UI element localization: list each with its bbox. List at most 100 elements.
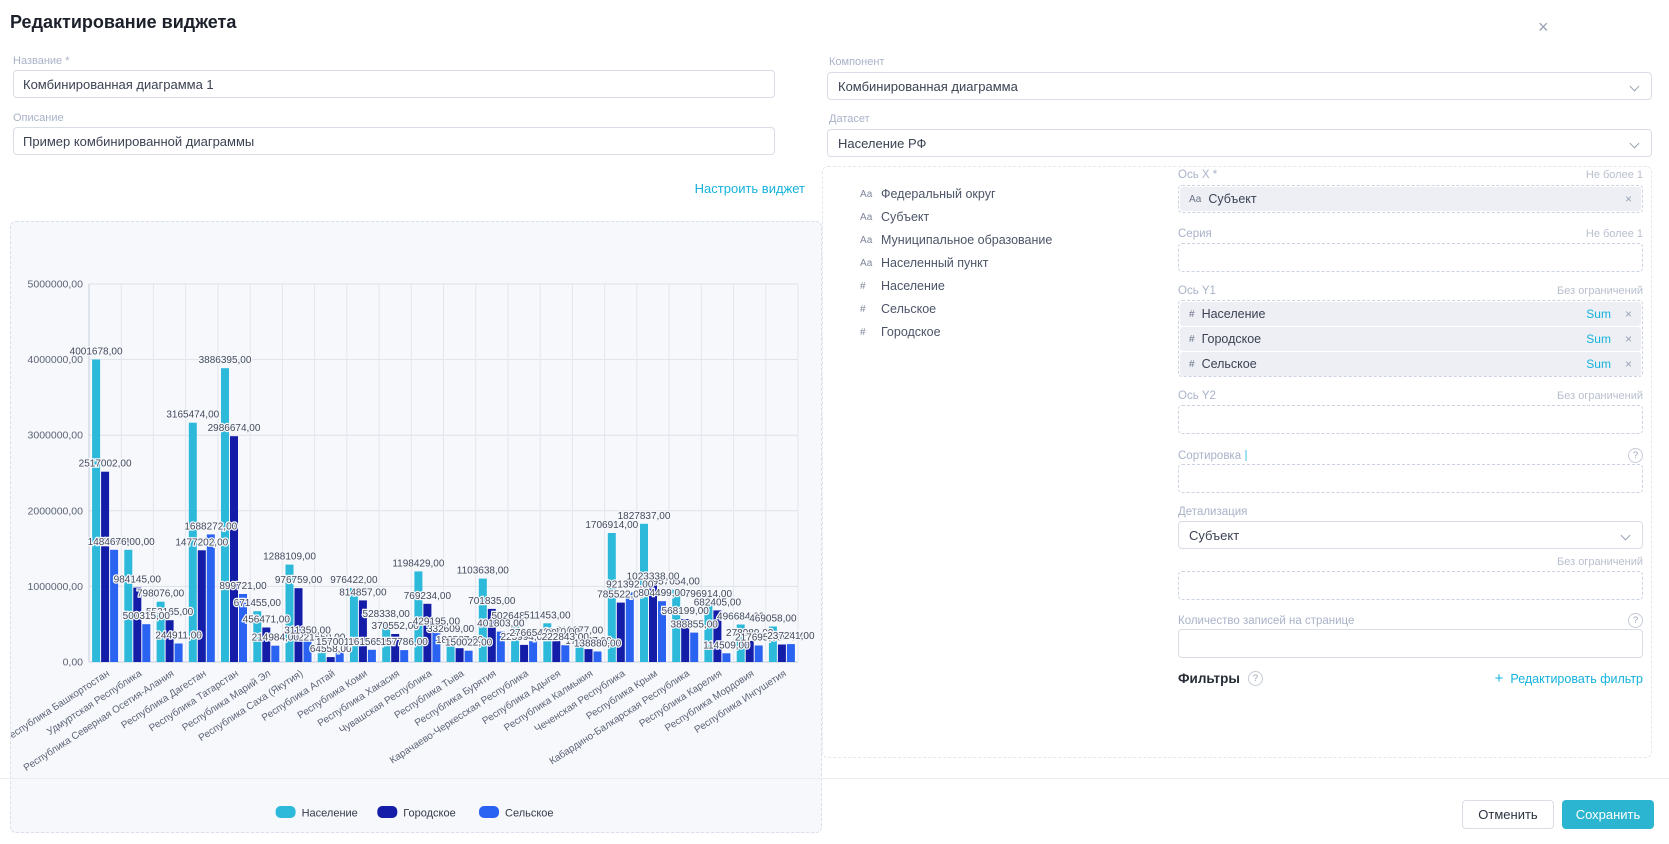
legend-label: Сельское: [505, 808, 554, 820]
dataset-field-item[interactable]: АаФедеральный округ: [860, 186, 1052, 202]
dataset-field-item[interactable]: АаНаселенный пункт: [860, 255, 1052, 271]
dataset-field-item[interactable]: АаМуниципальное образование: [860, 232, 1052, 248]
save-button[interactable]: Сохранить: [1562, 800, 1654, 829]
edit-filter-link[interactable]: + Редактировать фильтр: [1495, 670, 1643, 687]
detail-select[interactable]: Субъект: [1178, 521, 1643, 549]
combined-chart: 0,001000000,002000000,003000000,00400000…: [11, 222, 821, 832]
widget-name-input[interactable]: [13, 70, 775, 98]
extra-dropzone[interactable]: [1178, 571, 1643, 600]
bar: [585, 649, 593, 662]
y1-axis-dropzone[interactable]: #НаселениеSum×#ГородскоеSum×#СельскоеSum…: [1178, 300, 1643, 377]
bar-value-label: 1198429,00: [392, 558, 445, 569]
sorting-dropzone[interactable]: [1178, 464, 1643, 493]
bar-value-label: 3165474,00: [166, 410, 219, 421]
bar: [465, 651, 473, 662]
help-icon[interactable]: ?: [1248, 671, 1263, 686]
number-field-icon: #: [860, 327, 874, 338]
extra-limit-hint: Без ограничений: [1557, 556, 1643, 568]
x-axis-row: Ось X * Не более 1: [1178, 169, 1643, 181]
bar: [110, 550, 118, 662]
configure-widget-link[interactable]: Настроить виджет: [13, 181, 805, 196]
dataset-field-item[interactable]: # Население: [860, 278, 1052, 294]
cancel-button[interactable]: Отменить: [1462, 800, 1554, 829]
bar: [456, 648, 464, 662]
description-label: Описание: [13, 112, 64, 124]
legend-label: Население: [302, 808, 358, 820]
bar-value-label: 456471,00: [243, 615, 291, 626]
legend-swatch: [377, 806, 397, 818]
bar: [230, 436, 238, 662]
bar-value-label: 976422,00: [330, 575, 378, 586]
help-icon[interactable]: ?: [1628, 613, 1643, 628]
y2-axis-label: Ось Y2: [1178, 390, 1216, 402]
bar: [92, 360, 100, 663]
detail-label: Детализация: [1178, 506, 1247, 518]
bar-value-label: 1688272,00: [184, 521, 237, 532]
remove-icon[interactable]: ×: [1625, 192, 1632, 206]
text-field-icon: Аа: [860, 235, 874, 246]
help-icon[interactable]: ?: [1628, 448, 1643, 463]
filters-row: Фильтры ? + Редактировать фильтр: [1178, 670, 1643, 687]
text-field-icon: Аа: [860, 258, 874, 269]
bar-value-label: 682405,00: [694, 597, 742, 608]
bar-value-label: 157786,00: [381, 637, 429, 648]
dataset-field-item[interactable]: # Сельское: [860, 301, 1052, 317]
chevron-down-icon: [1621, 531, 1631, 541]
bar: [124, 550, 132, 662]
field-label: Население: [881, 279, 945, 293]
bar-value-label: 311350,00: [284, 626, 331, 637]
bar-value-label: 1484676,00: [88, 537, 141, 548]
chip-label: Сельское: [1202, 357, 1257, 371]
bar-value-label: 244911,00: [155, 631, 202, 642]
y2-axis-dropzone[interactable]: [1178, 405, 1643, 434]
number-field-icon: #: [860, 304, 874, 315]
plus-icon: +: [1495, 670, 1504, 687]
detail-value: Субъект: [1189, 528, 1239, 543]
edit-filter-label: Редактировать фильтр: [1510, 672, 1643, 686]
bar: [529, 641, 537, 662]
legend-label: Городское: [403, 808, 455, 820]
aggregation-selector[interactable]: Sum: [1586, 357, 1611, 371]
bar: [520, 645, 528, 662]
legend-swatch: [479, 806, 499, 818]
aggregation-selector[interactable]: Sum: [1586, 332, 1611, 346]
edit-widget-dialog: Редактирование виджета × Название * Опис…: [0, 0, 1669, 844]
field-label: Городское: [881, 325, 941, 339]
y1-field-chip[interactable]: #СельскоеSum×: [1180, 352, 1641, 376]
component-value: Комбинированная диаграмма: [838, 79, 1018, 94]
bar: [175, 644, 183, 663]
y1-field-chip[interactable]: #НаселениеSum×: [1180, 302, 1641, 326]
svg-text:2000000,00: 2000000,00: [28, 505, 84, 517]
number-field-icon: #: [1189, 309, 1195, 320]
dataset-field-item[interactable]: АаСубъект: [860, 209, 1052, 225]
chip-label: Субъект: [1208, 192, 1256, 206]
series-dropzone[interactable]: [1178, 243, 1643, 272]
bar-value-label: 469058,00: [749, 614, 797, 625]
footer-divider: [0, 778, 1669, 779]
remove-icon[interactable]: ×: [1625, 357, 1632, 371]
close-icon[interactable]: ×: [1538, 18, 1549, 36]
page-size-input[interactable]: [1178, 629, 1643, 658]
bar: [327, 657, 335, 662]
extra-row: Без ограничений: [1178, 556, 1643, 568]
dataset-select[interactable]: Население РФ: [827, 129, 1652, 157]
bar-value-label: 3886395,00: [199, 355, 252, 366]
x-axis-field-chip[interactable]: Аа Субъект ×: [1180, 187, 1641, 211]
remove-icon[interactable]: ×: [1625, 332, 1632, 346]
field-label: Сельское: [881, 302, 936, 316]
y1-field-chip[interactable]: #ГородскоеSum×: [1180, 327, 1641, 351]
page-title: Редактирование виджета: [10, 12, 236, 33]
x-axis-dropzone[interactable]: Аа Субъект ×: [1178, 185, 1643, 213]
widget-preview-panel: 0,001000000,002000000,003000000,00400000…: [10, 221, 822, 833]
bar-value-label: 701835,00: [468, 596, 516, 607]
widget-description-input[interactable]: [13, 127, 775, 155]
bar: [271, 646, 279, 662]
number-field-icon: #: [860, 281, 874, 292]
aggregation-selector[interactable]: Sum: [1586, 307, 1611, 321]
dataset-field-item[interactable]: # Городское: [860, 324, 1052, 340]
series-limit-hint: Не более 1: [1586, 228, 1643, 240]
remove-icon[interactable]: ×: [1625, 307, 1632, 321]
component-select[interactable]: Комбинированная диаграмма: [827, 72, 1652, 100]
svg-text:5000000,00: 5000000,00: [28, 279, 84, 291]
bar-value-label: 528338,00: [363, 609, 411, 620]
